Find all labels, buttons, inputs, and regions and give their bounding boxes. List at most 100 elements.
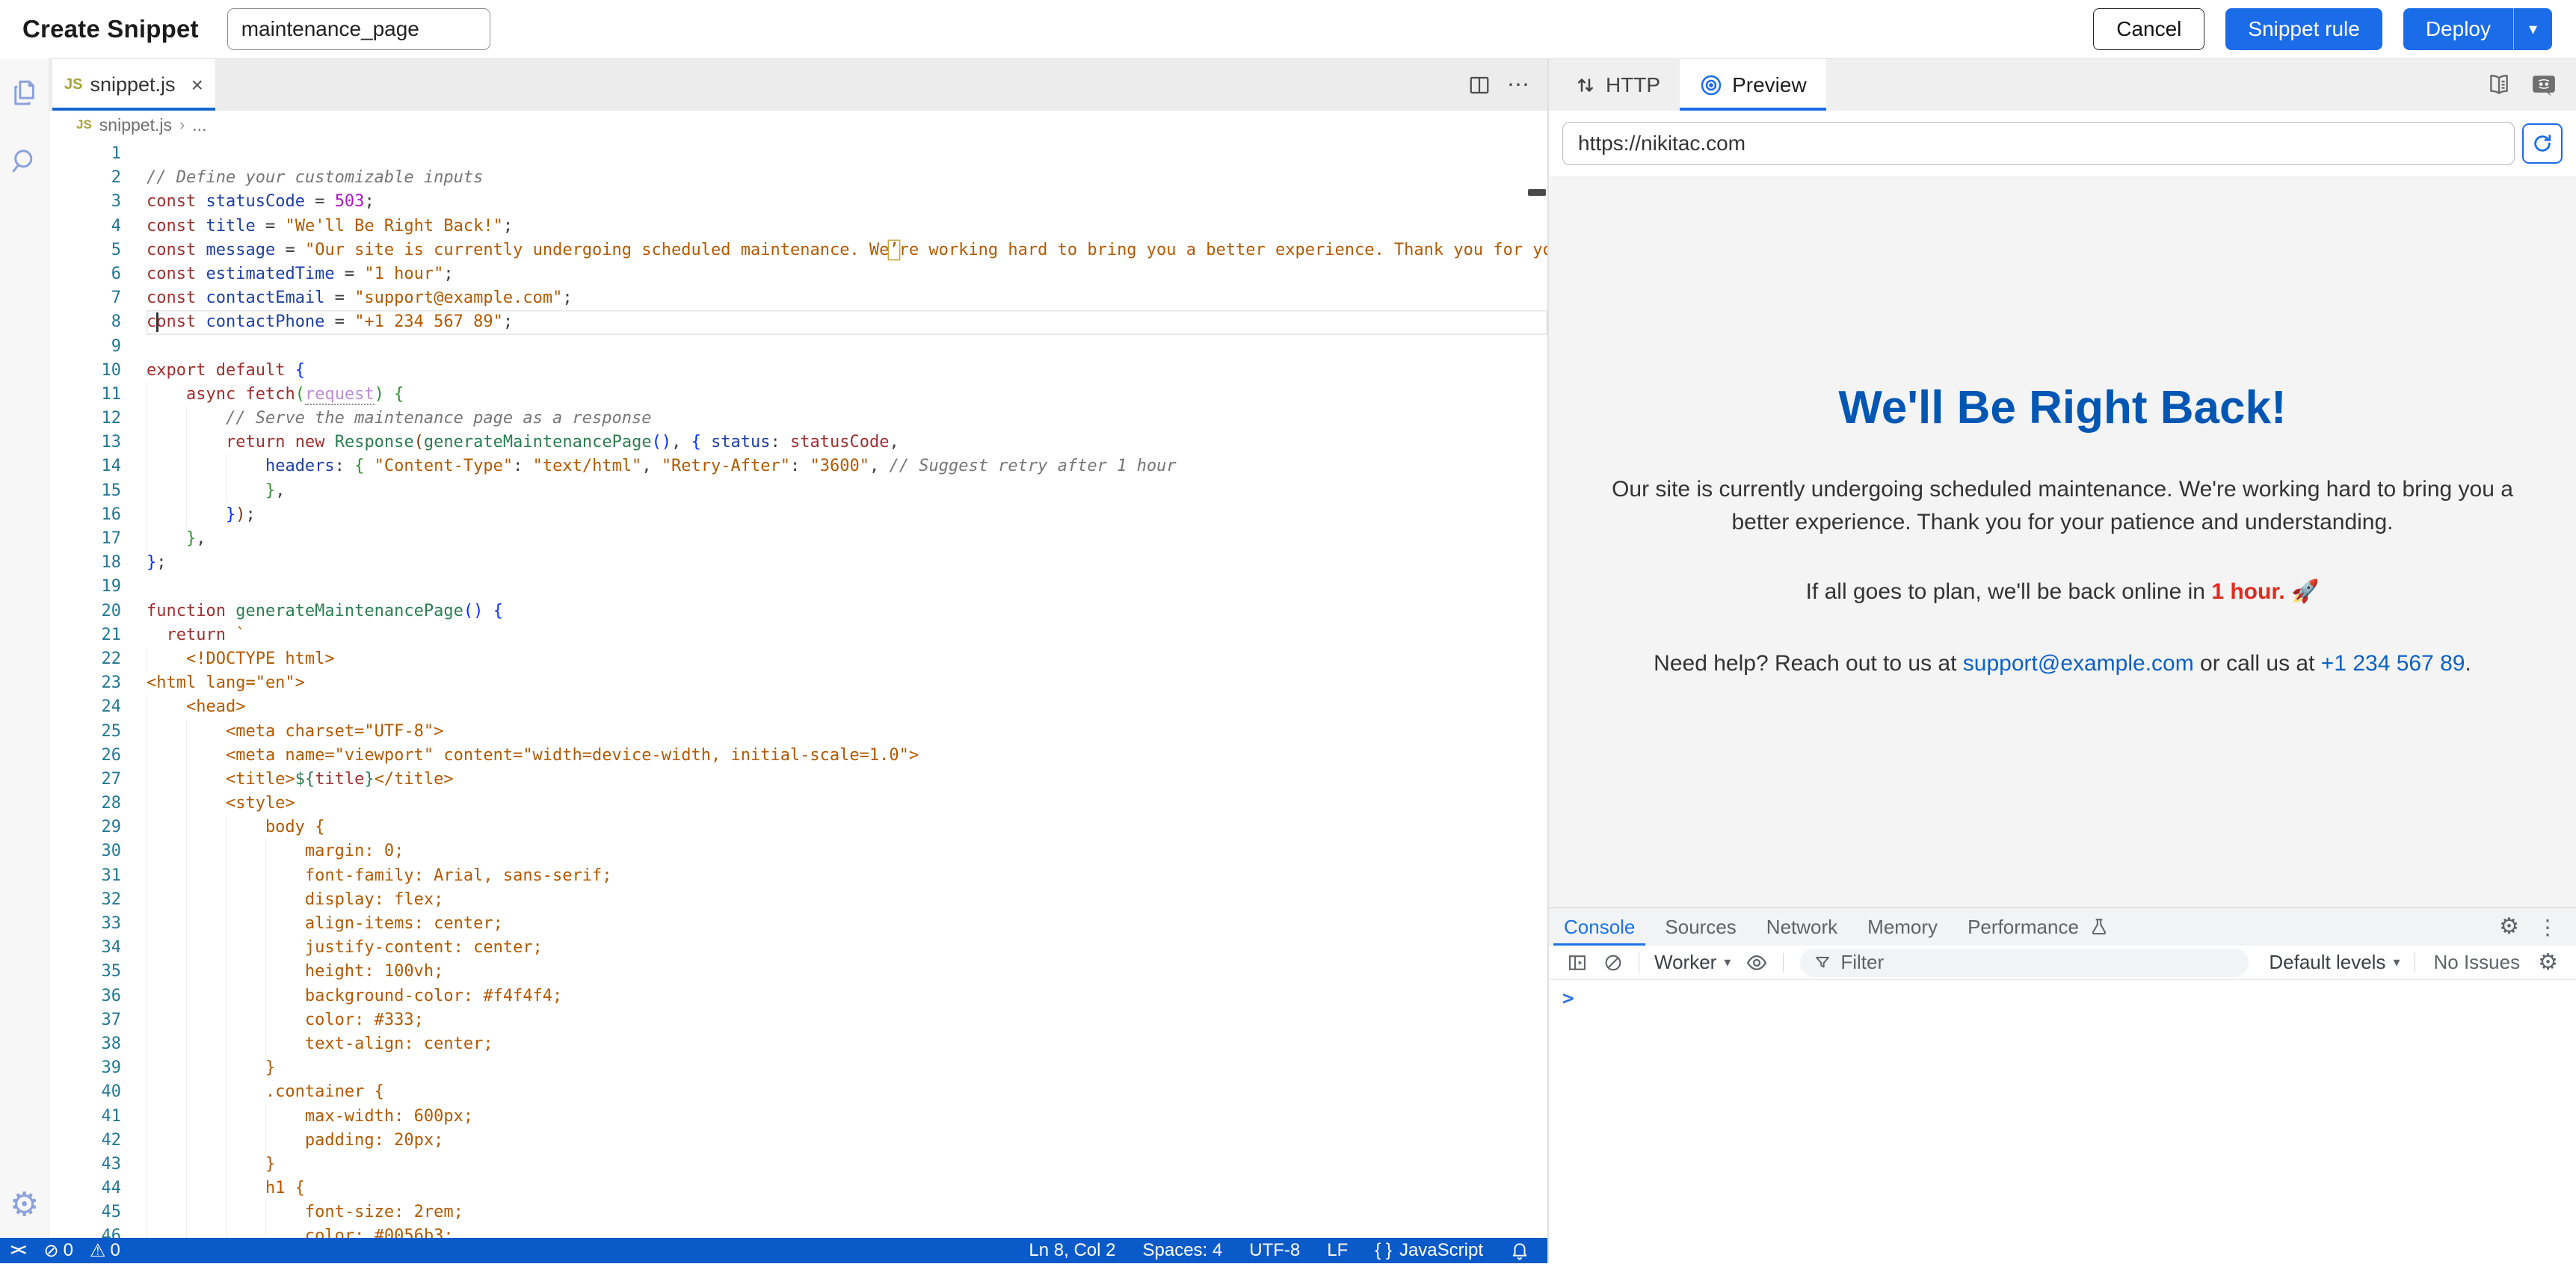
code-line[interactable]: 18}; bbox=[49, 551, 1547, 575]
code-line[interactable]: 20function generateMaintenancePage() { bbox=[49, 599, 1547, 623]
language-mode[interactable]: { }JavaScript bbox=[1375, 1240, 1483, 1261]
code-line[interactable]: 24 <head> bbox=[49, 695, 1547, 719]
snippet-name-input[interactable] bbox=[227, 8, 490, 50]
code-line[interactable]: 9 bbox=[49, 335, 1547, 359]
problems-indicator[interactable]: ⊘0 ⚠0 bbox=[44, 1240, 137, 1262]
maintenance-message: Our site is currently undergoing schedul… bbox=[1580, 473, 2545, 539]
code-line[interactable]: 37 color: #333; bbox=[49, 1008, 1547, 1032]
cursor-position[interactable]: Ln 8, Col 2 bbox=[1029, 1240, 1115, 1261]
code-line[interactable]: 3const statusCode = 503; bbox=[49, 190, 1547, 214]
deploy-dropdown-button[interactable]: ▾ bbox=[2513, 8, 2552, 50]
code-line[interactable]: 33 align-items: center; bbox=[49, 912, 1547, 936]
code-line[interactable]: 32 display: flex; bbox=[49, 888, 1547, 912]
console-sidebar-icon[interactable] bbox=[1567, 952, 1588, 973]
gear-icon[interactable]: ⚙ bbox=[10, 1189, 39, 1221]
encoding[interactable]: UTF-8 bbox=[1249, 1240, 1300, 1261]
snippet-rule-button[interactable]: Snippet rule bbox=[2225, 8, 2382, 50]
code-line[interactable]: 1 bbox=[49, 142, 1547, 166]
code-line[interactable]: 29 body { bbox=[49, 816, 1547, 839]
code-line[interactable]: 19 bbox=[49, 575, 1547, 599]
code-line[interactable]: 8const contactPhone = "+1 234 567 89"; bbox=[49, 310, 1547, 334]
log-levels-select[interactable]: Default levels▾ bbox=[2269, 951, 2400, 974]
code-line[interactable]: 40 .container { bbox=[49, 1080, 1547, 1104]
deploy-button[interactable]: Deploy bbox=[2403, 8, 2513, 50]
cancel-button[interactable]: Cancel bbox=[2093, 8, 2204, 50]
tab-performance[interactable]: Performance bbox=[1953, 908, 2094, 946]
code-line[interactable]: 44 h1 { bbox=[49, 1177, 1547, 1200]
code-line[interactable]: 31 font-family: Arial, sans-serif; bbox=[49, 864, 1547, 888]
code-line[interactable]: 23<html lang="en"> bbox=[49, 671, 1547, 695]
code-line[interactable]: 26 <meta name="viewport" content="width=… bbox=[49, 744, 1547, 768]
code-line[interactable]: 36 background-color: #f4f4f4; bbox=[49, 984, 1547, 1008]
deploy-split-button: Deploy ▾ bbox=[2403, 8, 2552, 50]
support-phone-link[interactable]: +1 234 567 89 bbox=[2321, 651, 2465, 676]
breadcrumb[interactable]: JS snippet.js › ... bbox=[49, 111, 1547, 139]
code-line[interactable]: 15 }, bbox=[49, 479, 1547, 503]
indentation[interactable]: Spaces: 4 bbox=[1143, 1240, 1223, 1261]
code-line[interactable]: 27 <title>${title}</title> bbox=[49, 768, 1547, 792]
support-email-link[interactable]: support@example.com bbox=[1963, 651, 2194, 676]
kebab-menu-icon[interactable]: ⋮ bbox=[2537, 915, 2558, 940]
files-icon[interactable] bbox=[9, 78, 40, 109]
docs-icon[interactable] bbox=[2486, 73, 2512, 98]
breadcrumb-file[interactable]: snippet.js bbox=[99, 115, 172, 135]
tab-network[interactable]: Network bbox=[1751, 908, 1852, 946]
code-line[interactable]: 30 margin: 0; bbox=[49, 839, 1547, 863]
tab-memory[interactable]: Memory bbox=[1852, 908, 1953, 946]
code-line[interactable]: 22 <!DOCTYPE html> bbox=[49, 647, 1547, 671]
code-line[interactable]: 12 // Serve the maintenance page as a re… bbox=[49, 407, 1547, 431]
editor-scrollbar-thumb[interactable] bbox=[1528, 189, 1546, 196]
line-number: 14 bbox=[49, 454, 121, 478]
tab-preview[interactable]: Preview bbox=[1680, 59, 1826, 111]
code-line[interactable]: 2// Define your customizable inputs bbox=[49, 166, 1547, 190]
code-line[interactable]: 39 } bbox=[49, 1056, 1547, 1080]
code-line[interactable]: 45 font-size: 2rem; bbox=[49, 1200, 1547, 1224]
close-icon[interactable]: × bbox=[182, 73, 203, 97]
code-line[interactable]: 38 text-align: center; bbox=[49, 1032, 1547, 1056]
issues-status[interactable]: No Issues bbox=[2433, 951, 2520, 974]
console-output[interactable]: > bbox=[1549, 980, 2576, 1264]
prompt-chevron[interactable]: > bbox=[1562, 987, 1574, 1010]
remote-indicator-icon[interactable]: >< bbox=[10, 1242, 25, 1260]
live-expression-eye-icon[interactable] bbox=[1745, 952, 1768, 974]
code-line[interactable]: 35 height: 100vh; bbox=[49, 960, 1547, 984]
tab-sources[interactable]: Sources bbox=[1650, 908, 1751, 946]
code-line[interactable]: 41 max-width: 600px; bbox=[49, 1105, 1547, 1129]
refresh-button[interactable] bbox=[2522, 123, 2563, 164]
code-line[interactable]: 21 return ` bbox=[49, 623, 1547, 647]
code-line[interactable]: 11 async fetch(request) { bbox=[49, 383, 1547, 407]
console-filter-input[interactable]: Filter bbox=[1800, 949, 2249, 977]
devtools-settings-icon[interactable]: ⚙ bbox=[2499, 916, 2519, 938]
url-input[interactable] bbox=[1562, 122, 2515, 165]
tab-snippet-js[interactable]: JS snippet.js × bbox=[52, 59, 215, 111]
eol[interactable]: LF bbox=[1327, 1240, 1348, 1261]
discord-icon[interactable] bbox=[2531, 73, 2557, 98]
code-line[interactable]: 5const message = "Our site is currently … bbox=[49, 238, 1547, 262]
code-line[interactable]: 28 <style> bbox=[49, 792, 1547, 816]
tab-console[interactable]: Console bbox=[1549, 908, 1650, 946]
code-line[interactable]: 42 padding: 20px; bbox=[49, 1129, 1547, 1153]
bell-icon[interactable] bbox=[1510, 1241, 1529, 1260]
breadcrumb-more[interactable]: ... bbox=[192, 115, 206, 135]
code-line[interactable]: 25 <meta charset="UTF-8"> bbox=[49, 720, 1547, 744]
console-settings-icon[interactable]: ⚙ bbox=[2538, 949, 2558, 975]
clear-console-icon[interactable] bbox=[1603, 952, 1624, 973]
code-line[interactable]: 6const estimatedTime = "1 hour"; bbox=[49, 262, 1547, 286]
code-line[interactable]: 43 } bbox=[49, 1153, 1547, 1177]
code-line[interactable]: 17 }, bbox=[49, 527, 1547, 551]
code-editor[interactable]: 12// Define your customizable inputs3con… bbox=[49, 139, 1547, 1238]
line-number: 17 bbox=[49, 527, 121, 551]
code-line[interactable]: 13 return new Response(generateMaintenan… bbox=[49, 431, 1547, 454]
code-line[interactable]: 4const title = "We'll Be Right Back!"; bbox=[49, 215, 1547, 238]
search-icon[interactable] bbox=[9, 145, 40, 176]
code-line[interactable]: 7const contactEmail = "support@example.c… bbox=[49, 286, 1547, 310]
code-line[interactable]: 16 }); bbox=[49, 503, 1547, 527]
worker-context-select[interactable]: Worker▾ bbox=[1654, 951, 1731, 974]
tab-http[interactable]: HTTP bbox=[1555, 59, 1680, 111]
code-line[interactable]: 10export default { bbox=[49, 359, 1547, 383]
code-line[interactable]: 14 headers: { "Content-Type": "text/html… bbox=[49, 454, 1547, 478]
code-line[interactable]: 34 justify-content: center; bbox=[49, 936, 1547, 960]
code-line[interactable]: 46 color: #0056b3; bbox=[49, 1224, 1547, 1238]
split-editor-icon[interactable] bbox=[1468, 74, 1491, 96]
more-actions-icon[interactable]: ⋯ bbox=[1507, 72, 1531, 98]
